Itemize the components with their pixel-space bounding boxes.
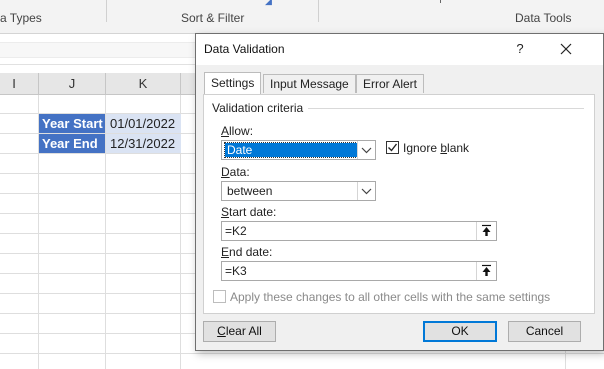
ribbon-separator: [106, 0, 107, 22]
group-title-validation-criteria: Validation criteria: [212, 101, 308, 115]
ribbon-separator: [318, 0, 319, 22]
allow-select-value: Date: [224, 142, 358, 158]
end-date-label: End date:: [221, 245, 273, 259]
cell-j3[interactable]: Year End: [39, 134, 105, 153]
chevron-down-icon: [357, 141, 375, 159]
data-validation-dialog: Data Validation ? Settings Input Message…: [195, 33, 604, 351]
ignore-blank-checkbox[interactable]: [386, 141, 399, 154]
group-divider: [308, 108, 584, 109]
tab-input-message[interactable]: Input Message: [263, 74, 356, 93]
cell-j2[interactable]: Year Start: [39, 114, 105, 133]
apply-all-checkbox[interactable]: [213, 290, 226, 303]
start-date-input[interactable]: =K2: [221, 221, 497, 241]
chevron-down-icon: [357, 182, 375, 200]
ribbon-tick: [440, 0, 441, 3]
start-date-value: =K2: [225, 224, 247, 238]
ribbon-partial-icon: ◢: [265, 0, 272, 6]
cell-k2[interactable]: 01/01/2022: [106, 114, 181, 133]
ribbon-group-sort-filter[interactable]: Sort & Filter: [181, 11, 244, 25]
column-header-k[interactable]: K: [106, 73, 181, 94]
allow-select[interactable]: Date: [221, 140, 376, 160]
help-button[interactable]: ?: [510, 38, 530, 60]
start-date-label: Start date:: [221, 205, 277, 219]
data-label: Data:: [221, 165, 250, 179]
end-date-input[interactable]: =K3: [221, 261, 497, 281]
column-header-j[interactable]: J: [39, 73, 106, 94]
cancel-button[interactable]: Cancel: [508, 321, 581, 342]
clear-all-button[interactable]: Clear All: [203, 321, 276, 342]
allow-label: Allow:: [221, 124, 254, 138]
ok-button[interactable]: OK: [423, 321, 497, 342]
settings-panel: Validation criteria Allow: Date Ignore b…: [203, 94, 595, 314]
start-date-collapse-button[interactable]: [476, 222, 496, 240]
end-date-collapse-button[interactable]: [476, 262, 496, 280]
dialog-title: Data Validation: [204, 42, 285, 56]
data-select[interactable]: between: [221, 181, 376, 201]
collapse-dialog-icon: [482, 264, 491, 276]
close-button[interactable]: [554, 38, 578, 60]
close-icon: [560, 43, 572, 55]
ribbon-group-data-tools[interactable]: Data Tools: [515, 11, 571, 25]
tab-settings[interactable]: Settings: [204, 72, 262, 94]
tab-error-alert[interactable]: Error Alert: [356, 74, 425, 93]
ignore-blank-label[interactable]: Ignore blank: [403, 141, 469, 155]
cell-k3[interactable]: 12/31/2022: [106, 134, 181, 153]
collapse-dialog-icon: [482, 224, 491, 236]
ribbon-group-data-types[interactable]: a Types: [0, 11, 42, 25]
column-header-i[interactable]: I: [0, 73, 39, 94]
end-date-value: =K3: [225, 264, 247, 278]
data-select-value: between: [227, 184, 273, 198]
checkmark-icon: [388, 143, 398, 152]
dialog-titlebar[interactable]: Data Validation ?: [196, 34, 603, 65]
apply-all-label[interactable]: Apply these changes to all other cells w…: [230, 290, 550, 304]
ribbon: ◢ a Types Sort & Filter Data Tools: [0, 0, 604, 34]
